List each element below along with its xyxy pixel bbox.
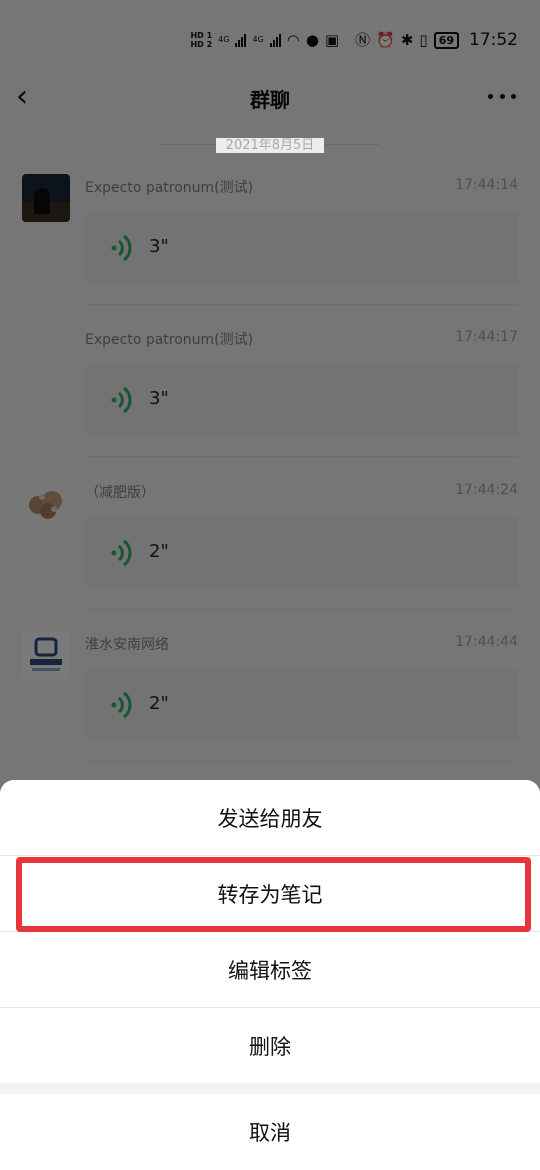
send-to-friend-button[interactable]: 发送给朋友 — [0, 780, 540, 856]
save-as-note-button[interactable]: 转存为笔记 — [0, 856, 540, 932]
edit-tags-button[interactable]: 编辑标签 — [0, 932, 540, 1008]
cancel-button[interactable]: 取消 — [0, 1094, 540, 1170]
delete-button[interactable]: 删除 — [0, 1008, 540, 1084]
action-sheet: 发送给朋友 转存为笔记 编辑标签 删除 取消 — [0, 780, 540, 1170]
divider — [0, 1083, 540, 1094]
